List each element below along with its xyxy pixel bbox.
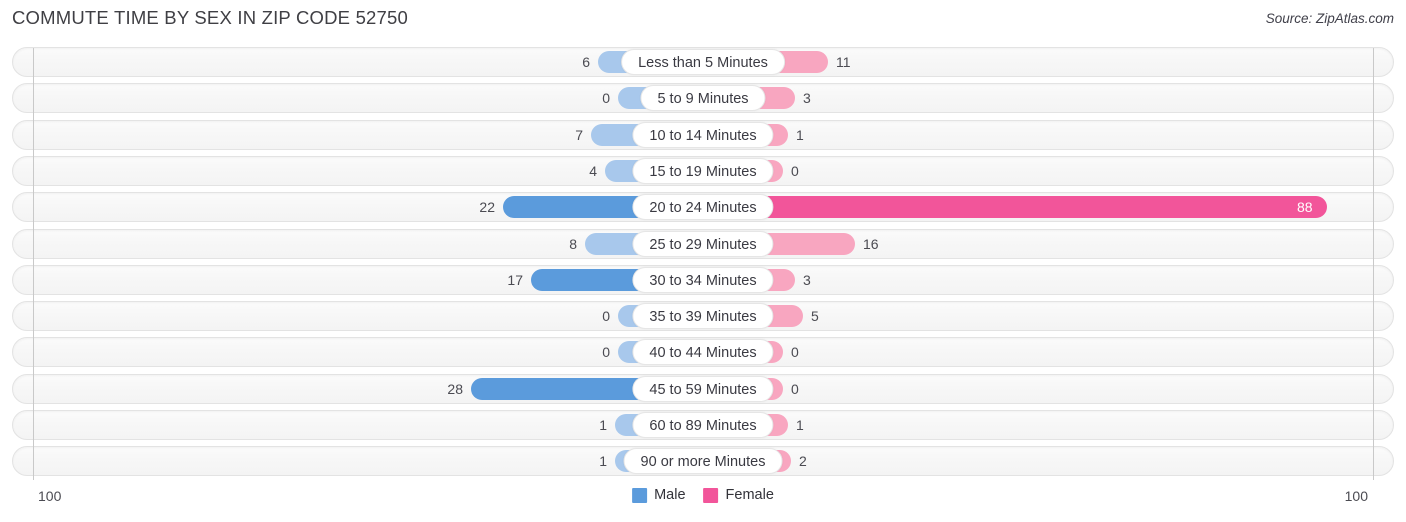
category-label: 20 to 24 Minutes <box>632 194 774 221</box>
value-label-male: 0 <box>602 344 610 361</box>
category-label: 40 to 44 Minutes <box>632 339 774 366</box>
chart-footer: 100 Male Female 100 <box>0 482 1406 522</box>
table-row[interactable]: 1 1 60 to 89 Minutes <box>12 410 1394 440</box>
value-label-female: 0 <box>791 162 799 179</box>
axis-tick-left: 100 <box>38 488 62 504</box>
table-row[interactable]: 1 2 90 or more Minutes <box>12 446 1394 477</box>
category-label: 30 to 34 Minutes <box>632 266 774 293</box>
category-label: 45 to 59 Minutes <box>632 375 774 402</box>
value-label-female: 5 <box>811 308 819 325</box>
category-label: 60 to 89 Minutes <box>632 412 774 438</box>
table-row[interactable]: 4 0 15 to 19 Minutes <box>12 155 1394 186</box>
table-row[interactable]: 7 1 10 to 14 Minutes <box>12 119 1394 150</box>
legend-label-female: Female <box>725 487 774 503</box>
category-label: Less than 5 Minutes <box>621 49 785 75</box>
value-label-female: 2 <box>799 453 807 470</box>
value-label-female: 16 <box>863 235 879 252</box>
value-label-female: 0 <box>791 344 799 361</box>
table-row[interactable]: 6 11 Less than 5 Minutes <box>12 47 1394 77</box>
value-label-male: 4 <box>589 162 597 179</box>
value-label-male: 22 <box>479 199 495 216</box>
value-label-male: 0 <box>602 90 610 107</box>
value-label-male: 8 <box>569 235 577 252</box>
bar-female[interactable] <box>703 196 1327 219</box>
value-label-male: 1 <box>599 417 607 433</box>
axis-line-left <box>33 48 34 480</box>
value-label-female: 0 <box>791 380 799 397</box>
value-label-female: 3 <box>803 271 811 288</box>
value-label-female: 88 <box>1297 199 1313 216</box>
category-label: 15 to 19 Minutes <box>632 157 774 184</box>
table-row[interactable]: 17 3 30 to 34 Minutes <box>12 264 1394 295</box>
table-row[interactable]: 0 3 5 to 9 Minutes <box>12 83 1394 114</box>
value-label-female: 11 <box>836 54 851 70</box>
page-title: COMMUTE TIME BY SEX IN ZIP CODE 52750 <box>12 7 409 28</box>
chart-plot-area: 6 11 Less than 5 Minutes 0 3 5 to 9 Minutes 7 1… <box>0 44 1406 480</box>
category-label: 90 or more Minutes <box>623 448 783 475</box>
value-label-male: 6 <box>582 54 590 70</box>
category-label: 10 to 14 Minutes <box>632 121 774 148</box>
table-row[interactable]: 28 0 45 to 59 Minutes <box>12 373 1394 404</box>
legend-item-male[interactable]: Male <box>632 487 686 503</box>
value-label-male: 7 <box>575 126 583 143</box>
chart-legend: Male Female <box>632 487 774 503</box>
table-row[interactable]: 22 88 20 to 24 Minutes <box>12 192 1394 223</box>
category-label: 5 to 9 Minutes <box>640 85 766 112</box>
legend-swatch-male-icon <box>632 487 648 503</box>
value-label-female: 3 <box>803 90 811 107</box>
value-label-male: 28 <box>447 380 463 397</box>
legend-label-male: Male <box>654 487 686 503</box>
category-label: 25 to 29 Minutes <box>632 230 774 257</box>
table-row[interactable]: 0 0 40 to 44 Minutes <box>12 337 1394 368</box>
value-label-male: 1 <box>599 453 607 470</box>
table-row[interactable]: 8 16 25 to 29 Minutes <box>12 228 1394 259</box>
legend-swatch-female-icon <box>703 487 719 503</box>
chart-header: COMMUTE TIME BY SEX IN ZIP CODE 52750 So… <box>0 0 1406 40</box>
value-label-male: 17 <box>507 271 523 288</box>
axis-tick-right: 100 <box>1344 488 1368 504</box>
value-label-female: 1 <box>796 126 804 143</box>
source-attribution: Source: ZipAtlas.com <box>1265 11 1394 26</box>
category-label: 35 to 39 Minutes <box>632 303 774 330</box>
legend-item-female[interactable]: Female <box>703 487 774 503</box>
value-label-male: 0 <box>602 308 610 325</box>
axis-line-right <box>1373 48 1374 480</box>
value-label-female: 1 <box>796 417 804 433</box>
table-row[interactable]: 0 5 35 to 39 Minutes <box>12 301 1394 332</box>
